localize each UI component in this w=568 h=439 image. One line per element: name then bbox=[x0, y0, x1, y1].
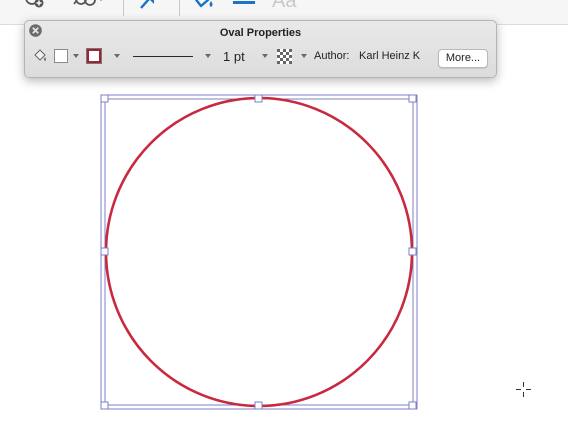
oval-properties-palette: Oval Properties 1 pt Author: Karl Heinz … bbox=[24, 20, 497, 78]
resize-handle-bottom[interactable] bbox=[254, 401, 263, 410]
fill-bucket-icon[interactable] bbox=[33, 47, 47, 65]
chevron-down-icon bbox=[114, 54, 120, 58]
selection-inner-frame bbox=[104, 98, 414, 406]
stroke-color-dropdown[interactable] bbox=[114, 47, 120, 65]
opacity-checker-icon[interactable] bbox=[277, 47, 292, 65]
resize-handle-top-left[interactable] bbox=[100, 94, 109, 103]
crosshair-cursor-icon bbox=[516, 382, 531, 397]
line-style-dropdown[interactable] bbox=[205, 47, 211, 65]
more-button[interactable]: More... bbox=[438, 49, 488, 68]
author-name: Karl Heinz K bbox=[359, 50, 421, 62]
fill-color-dropdown[interactable] bbox=[73, 47, 79, 65]
chevron-down-icon bbox=[262, 54, 268, 58]
chevron-down-icon bbox=[301, 54, 307, 58]
oval-shape[interactable] bbox=[104, 96, 414, 408]
resize-handle-top[interactable] bbox=[254, 94, 263, 103]
resize-handle-bottom-left[interactable] bbox=[100, 401, 109, 410]
resize-handle-right[interactable] bbox=[408, 247, 417, 256]
resize-handle-bottom-right[interactable] bbox=[408, 401, 417, 410]
line-style-selector[interactable] bbox=[133, 47, 193, 65]
stroke-color-swatch[interactable] bbox=[86, 47, 102, 65]
fill-color-swatch[interactable] bbox=[54, 47, 68, 65]
line-weight-dropdown[interactable] bbox=[262, 47, 268, 65]
line-weight-value[interactable]: 1 pt bbox=[223, 47, 245, 65]
selection-outer-frame bbox=[100, 94, 418, 410]
resize-handle-left[interactable] bbox=[100, 247, 109, 256]
author-label: Author: bbox=[314, 50, 350, 62]
resize-handle-top-right[interactable] bbox=[408, 94, 417, 103]
opacity-dropdown[interactable] bbox=[301, 47, 307, 65]
palette-title: Oval Properties bbox=[219, 27, 302, 39]
chevron-down-icon bbox=[73, 54, 79, 58]
chevron-down-icon bbox=[205, 54, 211, 58]
